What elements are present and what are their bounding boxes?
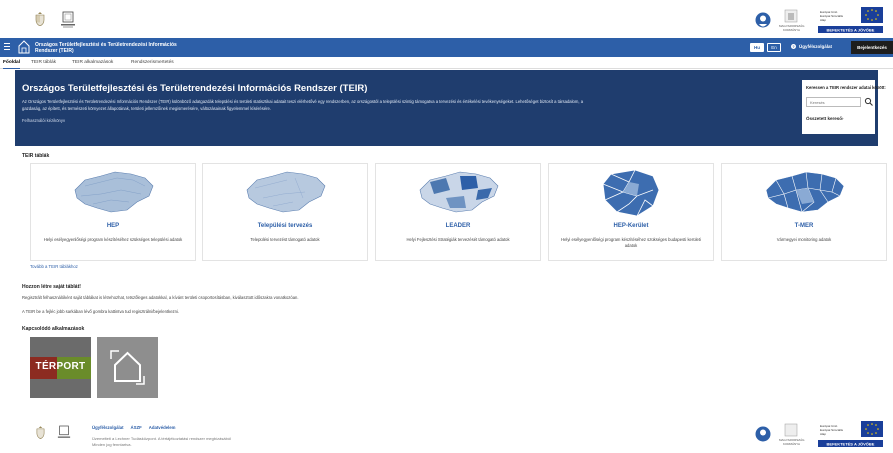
card-description: Helyi esélyegyenlőségi program készítésé… <box>43 237 183 242</box>
related-apps-heading: Kapcsolódó alkalmazások <box>22 326 85 332</box>
login-button[interactable]: Bejelentkezés <box>851 41 893 54</box>
card-description: Vármegyei monitoring adatok <box>776 237 832 242</box>
card-description: Helyi esélyegyenlőségi program készítésé… <box>561 237 701 248</box>
app-titlebar: Országos Területfejlesztési és Területre… <box>0 38 893 57</box>
budapest-districts-map-icon <box>602 169 660 217</box>
tab-system-description[interactable]: Rendszerismertetés <box>131 60 174 65</box>
svg-text:KORMÁNYA: KORMÁNYA <box>783 442 800 446</box>
card-description: Települési tervezést támogató adatok <box>250 237 320 242</box>
page-title: Országos Területfejlesztési és Területre… <box>22 83 368 94</box>
footer-links: Ügyfélszolgálat ÁSZF Adatvédelem <box>92 425 176 430</box>
search-title: Keressen a TEIR rendszer adatai között: <box>806 85 886 90</box>
footer-link-privacy[interactable]: Adatvédelem <box>149 425 176 430</box>
more-teir-tables-link[interactable]: Tovább a TEIR táblákhoz <box>30 264 78 269</box>
search-icon[interactable] <box>864 97 874 107</box>
card-description: Helyi Fejlesztési Stratégiák tervezését … <box>406 237 510 242</box>
hero-description-line1: Az Országos Területfejlesztési és Terüle… <box>22 99 584 104</box>
card-title: LEADER <box>445 223 471 229</box>
tab-teir-tables[interactable]: TEIR táblák <box>31 60 56 65</box>
card-leader[interactable]: LEADER Helyi Fejlesztési Stratégiák terv… <box>375 163 541 261</box>
hero-description-line2: gazdaság, az épített, és természeti körn… <box>22 106 272 111</box>
hero-banner: Országos Területfejlesztési és Területre… <box>15 70 886 146</box>
own-table-heading: Hozzon létre saját táblát! <box>22 284 81 290</box>
footer-note: Üzemelteti a Lechner Tudásközpont. A tér… <box>92 436 262 448</box>
terport-label: TÉRPORT <box>35 361 86 372</box>
help-icon: ? <box>791 44 796 49</box>
app-title-line2: Rendszer (TEIR) <box>35 48 74 54</box>
search-input[interactable] <box>806 97 861 107</box>
own-table-text: Regisztrált felhasználóként saját táblák… <box>22 295 299 300</box>
ministry-logo-icon <box>57 425 71 438</box>
card-title: HEP <box>106 223 120 229</box>
app-title[interactable]: Országos Területfejlesztési és Területre… <box>35 42 205 54</box>
card-hep-district[interactable]: HEP-Kerület Helyi esélyegyenlőségi progr… <box>548 163 714 261</box>
language-hu-button[interactable]: Hu <box>750 43 764 52</box>
search-panel: Keressen a TEIR rendszer adatai között: … <box>802 80 886 134</box>
card-title: Települési tervezés <box>257 223 313 229</box>
eu-funding-logo: MAGYARORSZÁG KORMÁNYA Európai Unió Európ… <box>755 421 883 447</box>
card-t-mer[interactable]: T-MER Vármegyei monitoring adatok <box>721 163 887 261</box>
teir-home-logo-icon[interactable] <box>18 40 30 54</box>
tab-teir-apps[interactable]: TEIR alkalmazások <box>72 60 113 65</box>
svg-text:Alap: Alap <box>820 432 826 436</box>
hungarian-crest-icon <box>36 426 45 439</box>
svg-text:BEFEKTETÉS A JÖVŐBE: BEFEKTETÉS A JÖVŐBE <box>827 441 875 446</box>
eu-funding-logo: MAGYARORSZÁG KORMÁNYA Európai Unió Európ… <box>755 7 883 33</box>
footer-link-customer-service[interactable]: Ügyfélszolgálat <box>92 425 124 430</box>
main-nav-tabs: Főoldal TEIR táblák TEIR alkalmazások Re… <box>0 57 893 69</box>
hungarian-crest-icon <box>35 12 45 26</box>
card-title: T-MER <box>794 223 814 229</box>
teir-house-icon <box>110 350 145 385</box>
user-manual-link[interactable]: Felhasználói kézikönyv <box>22 118 65 123</box>
top-logo-strip: MAGYARORSZÁG KORMÁNYA Európai Unió Európ… <box>0 0 893 38</box>
ministry-logo-icon <box>61 11 75 28</box>
teir-tables-heading: TEIR táblák <box>22 153 50 159</box>
card-hep[interactable]: HEP Helyi esélyegyenlőségi program készí… <box>30 163 196 261</box>
tab-home[interactable]: Főoldal <box>3 60 21 69</box>
registration-hint: A TEIR be a fejléc jobb sarkában lévő go… <box>22 309 180 314</box>
svg-text:KORMÁNYA: KORMÁNYA <box>783 28 800 32</box>
hungary-map-icon <box>419 171 499 213</box>
advanced-search-link[interactable]: Összetett kereső› <box>806 116 844 121</box>
footer: Ügyfélszolgálat ÁSZF Adatvédelem Üzemelt… <box>0 415 893 453</box>
teir-table-cards: HEP Helyi esélyegyenlőségi program készí… <box>30 163 887 261</box>
card-settlement-planning[interactable]: Települési tervezés Települési tervezést… <box>202 163 368 261</box>
footer-link-terms[interactable]: ÁSZF <box>131 425 142 430</box>
svg-text:BEFEKTETÉS A JÖVŐBE: BEFEKTETÉS A JÖVŐBE <box>827 27 875 32</box>
language-en-button[interactable]: En <box>767 43 781 52</box>
customer-service-link[interactable]: ? Ügyfélszolgálat <box>791 44 832 49</box>
customer-service-label: Ügyfélszolgálat <box>799 44 833 49</box>
hungary-counties-map-icon <box>765 171 845 213</box>
hero-description: Az Országos Területfejlesztési és Terüle… <box>22 98 782 112</box>
footer-note-line2: Minden jog fenntartva. <box>92 442 132 447</box>
teir-app-tile[interactable] <box>97 337 158 398</box>
hungary-map-icon <box>74 171 154 213</box>
hungary-map-icon <box>246 171 326 213</box>
hamburger-menu-icon[interactable] <box>4 43 10 51</box>
svg-text:Alap: Alap <box>820 18 826 22</box>
terport-app-tile[interactable]: TÉRPORT <box>30 337 91 398</box>
card-title: HEP-Kerület <box>613 223 649 229</box>
